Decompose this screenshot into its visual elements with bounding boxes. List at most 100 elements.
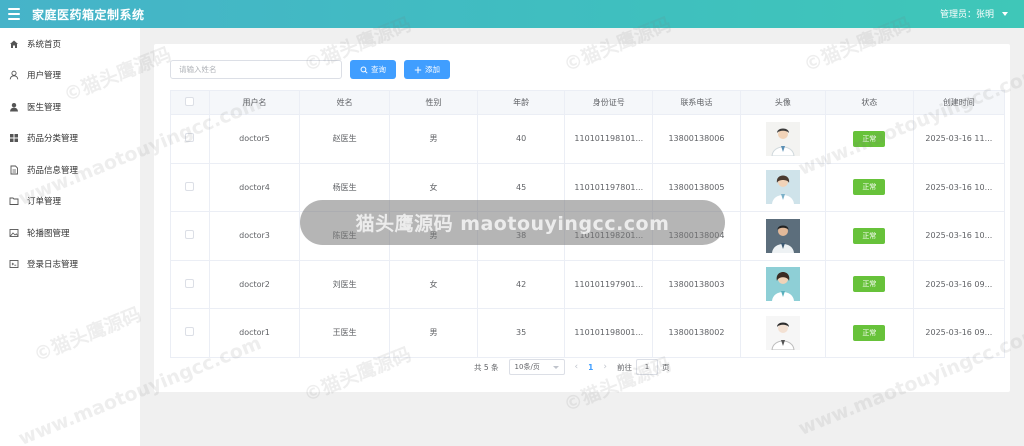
- sidebar-item-carousel[interactable]: 轮播图管理: [0, 217, 140, 249]
- sidebar: 系统首页 用户管理 医生管理 药品分类管理 药品信息管理 订单管理 轮播图管理 …: [0, 28, 140, 446]
- avatar-cell: [740, 163, 826, 212]
- name-cell: 王医生: [299, 308, 391, 358]
- avatar-cell: [740, 114, 826, 164]
- goto-suffix: 页: [661, 362, 670, 372]
- column-header: 状态: [825, 90, 914, 115]
- table-row: doctor5 赵医生男 40 110101198101... 13800138006 正…: [170, 114, 1006, 164]
- sidebar-item-label: 系统首页: [27, 39, 62, 50]
- search-button[interactable]: 查询: [350, 60, 396, 79]
- avatar-cell: [740, 260, 826, 309]
- status-cell: 正常: [825, 211, 914, 261]
- column-header: 性别: [389, 90, 478, 115]
- status-cell: 正常: [825, 308, 914, 358]
- sidebar-item-label: 药品分类管理: [27, 134, 79, 145]
- grid-icon: [8, 132, 20, 144]
- name-cell: 赵医生: [299, 114, 391, 164]
- username-cell: doctor1: [209, 308, 301, 358]
- row-select-cell: [170, 211, 210, 261]
- sidebar-item-label: 药品信息管理: [27, 165, 79, 176]
- age-cell: 35: [477, 308, 566, 358]
- column-header: 联系电话: [652, 90, 741, 115]
- phone-cell: 13800138002: [652, 308, 741, 358]
- avatar: [765, 170, 800, 205]
- next-page-icon[interactable]: ›: [603, 362, 607, 372]
- app-title: 家庭医药箱定制系统: [32, 7, 145, 22]
- sidebar-item-login-log[interactable]: 登录日志管理: [0, 249, 140, 281]
- menu-toggle-icon[interactable]: [8, 8, 20, 20]
- phone-cell: 13800138006: [652, 114, 741, 164]
- select-all-cell: [170, 90, 210, 115]
- add-button-label: 添加: [425, 65, 440, 74]
- row-checkbox[interactable]: [185, 278, 195, 288]
- gender-cell: 男: [389, 308, 478, 358]
- search-button-label: 查询: [371, 65, 386, 74]
- name-cell: 刘医生: [299, 260, 391, 309]
- goto-prefix: 前往: [616, 362, 632, 372]
- avatar-cell: [740, 211, 826, 261]
- sidebar-item-doctors[interactable]: 医生管理: [0, 91, 140, 123]
- name-cell: 杨医生: [299, 163, 391, 212]
- column-header: 创建时间: [913, 90, 1006, 115]
- table-row: doctor4 杨医生女 45 110101197801... 13800138005 正…: [170, 163, 1006, 212]
- status-badge: 正常: [853, 130, 886, 147]
- total-count: 共 5 条: [474, 362, 499, 372]
- sidebar-item-users[interactable]: 用户管理: [0, 60, 140, 92]
- gender-cell: 女: [389, 163, 478, 212]
- created-time-cell: 2025-03-16 09...: [913, 260, 1006, 309]
- sidebar-item-drug-info[interactable]: 药品信息管理: [0, 154, 140, 186]
- doctor-table: 用户名 姓名 性别 年龄 身份证号 联系电话 头像 状态 创建时间 操作 doc…: [170, 90, 1006, 358]
- id-number-cell: 110101198201...: [564, 211, 654, 261]
- chevron-down-icon: [552, 365, 559, 369]
- home-icon: [8, 38, 20, 50]
- user-dropdown[interactable]: 管理员：张明: [940, 7, 1008, 20]
- sidebar-item-home[interactable]: 系统首页: [0, 28, 140, 60]
- search-icon: [360, 66, 368, 74]
- sidebar-item-drug-categories[interactable]: 药品分类管理: [0, 123, 140, 155]
- age-cell: 42: [477, 260, 566, 309]
- sidebar-item-label: 登录日志管理: [27, 260, 79, 271]
- prev-page-icon[interactable]: ‹: [575, 362, 579, 372]
- status-cell: 正常: [825, 163, 914, 212]
- table-row: doctor3 陈医生男 38 110101198201... 13800138004 正…: [170, 211, 1006, 261]
- current-page[interactable]: 1: [588, 363, 593, 372]
- picture-icon: [8, 227, 20, 239]
- row-checkbox[interactable]: [185, 181, 195, 191]
- column-header: 身份证号: [564, 90, 654, 115]
- column-header: 头像: [740, 90, 826, 115]
- username-cell: doctor4: [209, 163, 301, 212]
- phone-cell: 13800138004: [652, 211, 741, 261]
- search-input[interactable]: [170, 60, 342, 79]
- age-cell: 45: [477, 163, 566, 212]
- sidebar-item-orders[interactable]: 订单管理: [0, 186, 140, 218]
- row-checkbox[interactable]: [185, 327, 195, 337]
- folder-icon: [8, 195, 20, 207]
- created-time-cell: 2025-03-16 10...: [913, 211, 1006, 261]
- sidebar-item-label: 医生管理: [27, 102, 62, 113]
- column-header: 年龄: [477, 90, 566, 115]
- status-badge: 正常: [853, 324, 886, 341]
- row-select-cell: [170, 308, 210, 358]
- avatar: [765, 267, 800, 302]
- row-checkbox[interactable]: [185, 230, 195, 240]
- plus-icon: [414, 66, 422, 73]
- id-number-cell: 110101198001...: [564, 308, 654, 358]
- age-cell: 40: [477, 114, 566, 164]
- id-number-cell: 110101197801...: [564, 163, 654, 212]
- row-checkbox[interactable]: [185, 133, 195, 143]
- phone-cell: 13800138005: [652, 163, 741, 212]
- avatar-cell: [740, 308, 826, 358]
- status-cell: 正常: [825, 114, 914, 164]
- age-cell: 38: [477, 211, 566, 261]
- page-size-select[interactable]: 10条/页: [508, 359, 565, 375]
- caret-down-icon: [1002, 11, 1008, 16]
- gender-cell: 男: [389, 114, 478, 164]
- username-cell: doctor2: [209, 260, 301, 309]
- goto-page-input[interactable]: [635, 359, 658, 375]
- add-button[interactable]: 添加: [404, 60, 450, 79]
- main-content: 查询 添加 用户名 姓名 性别 年龄 身份证号 联系电话 头像 状态 创建时间: [154, 44, 1010, 392]
- id-number-cell: 110101197901...: [564, 260, 654, 309]
- select-all-checkbox[interactable]: [185, 97, 195, 106]
- document-icon: [8, 164, 20, 176]
- user-label: 管理员：张明: [939, 10, 994, 20]
- status-cell: 正常: [825, 260, 914, 309]
